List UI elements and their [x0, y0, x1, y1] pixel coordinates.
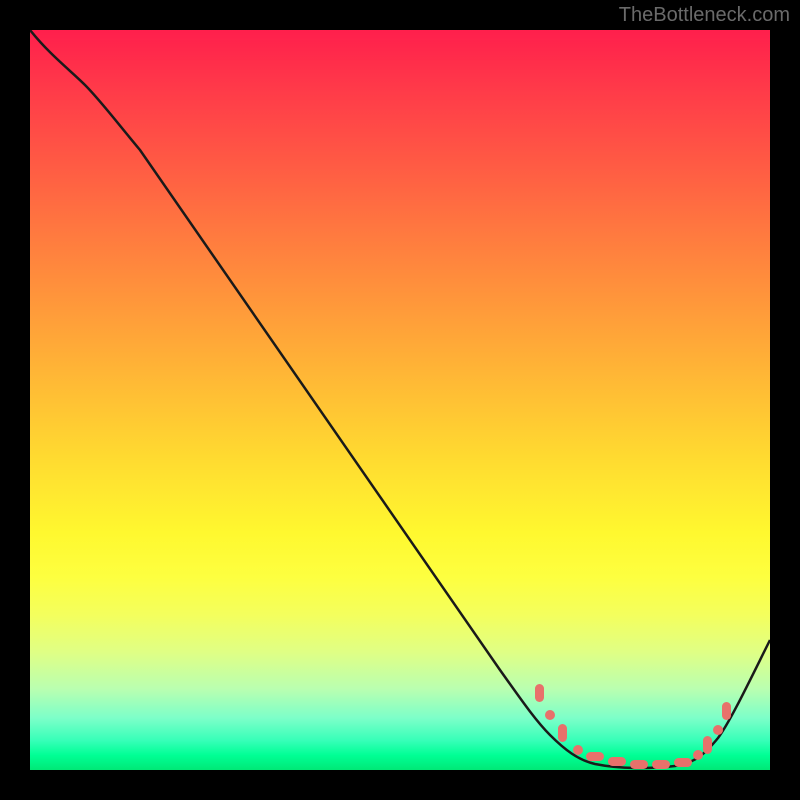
marker-dot: [586, 752, 604, 761]
marker-dot: [652, 760, 670, 769]
watermark-text: TheBottleneck.com: [619, 4, 790, 27]
marker-dot: [535, 684, 544, 702]
marker-dot: [573, 745, 583, 755]
marker-dot: [703, 736, 712, 754]
marker-group: [535, 684, 731, 769]
bottleneck-curve-line: [30, 30, 770, 768]
marker-dot: [713, 725, 723, 735]
marker-dot: [558, 724, 567, 742]
chart-plot-area: [30, 30, 770, 770]
marker-dot: [545, 710, 555, 720]
marker-dot: [693, 750, 703, 760]
marker-dot: [674, 758, 692, 767]
marker-dot: [722, 702, 731, 720]
chart-svg: [30, 30, 770, 770]
marker-dot: [608, 757, 626, 766]
marker-dot: [630, 760, 648, 769]
